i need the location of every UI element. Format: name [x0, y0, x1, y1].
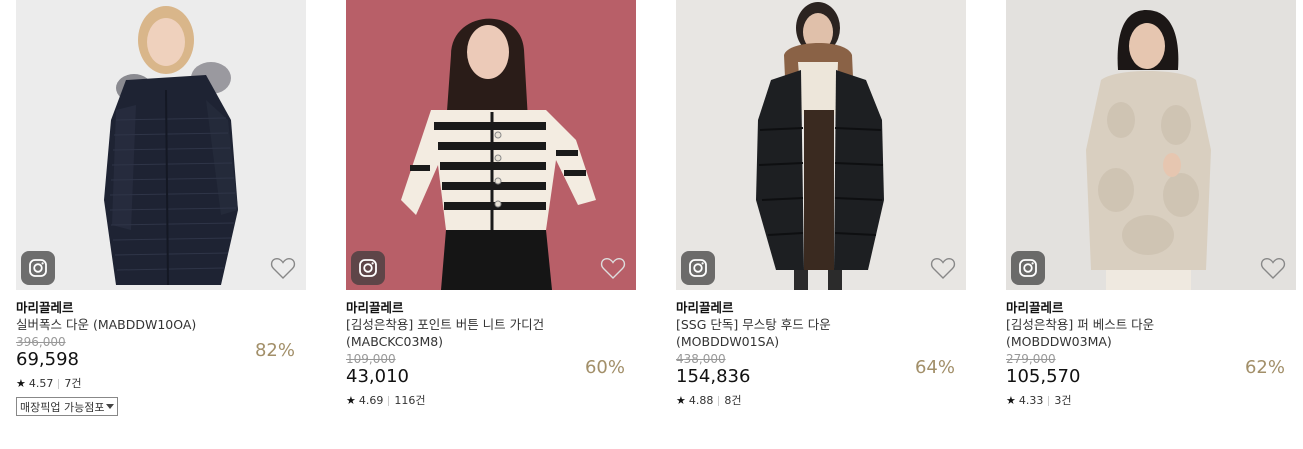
product-photo — [676, 0, 966, 290]
heart-icon[interactable] — [930, 256, 956, 280]
divider — [388, 396, 390, 406]
rating-score: 4.69 — [358, 394, 384, 407]
star-icon: ★ — [16, 377, 26, 390]
discount-rate: 60% — [584, 357, 625, 378]
product-image[interactable] — [16, 0, 306, 290]
product-code[interactable]: (MOBDDW03MA) — [1006, 333, 1296, 350]
instagram-icon[interactable] — [351, 251, 385, 285]
product-code[interactable]: (MABCKC03M8) — [346, 333, 636, 350]
discount-rate: 64% — [914, 357, 955, 378]
product-photo — [1006, 0, 1296, 290]
caret-down-icon — [106, 404, 115, 409]
price-row: 43,010 60% — [346, 357, 636, 390]
star-icon: ★ — [1006, 394, 1016, 407]
product-photo — [346, 0, 636, 290]
discount-rate: 62% — [1244, 357, 1285, 378]
product-grid: 마리끌레르 실버폭스 다운 (MABDDW10OA) 396,000 69,59… — [0, 0, 1303, 449]
divider — [58, 379, 60, 389]
rating: ★ 4.33 3건 — [1006, 394, 1296, 408]
review-count: 3건 — [1054, 394, 1072, 407]
product-card[interactable]: 마리끌레르 [김성은착용] 퍼 베스트 다운 (MOBDDW03MA) 279,… — [1006, 0, 1296, 408]
star-icon: ★ — [346, 394, 356, 407]
rating: ★ 4.88 8건 — [676, 394, 966, 408]
brand-name[interactable]: 마리끌레르 — [16, 299, 306, 316]
product-card[interactable]: 마리끌레르 [SSG 단독] 무스탕 후드 다운 (MOBDDW01SA) 43… — [676, 0, 966, 408]
rating-score: 4.33 — [1018, 394, 1044, 407]
rating-score: 4.57 — [28, 377, 54, 390]
rating: ★ 4.57 7건 — [16, 377, 306, 391]
discount-rate: 82% — [254, 340, 295, 361]
product-code[interactable]: (MOBDDW01SA) — [676, 333, 966, 350]
store-pickup-label: 매장픽업 가능점포 — [20, 400, 105, 414]
price-row: 154,836 64% — [676, 357, 966, 390]
divider — [1048, 396, 1050, 406]
review-count: 116건 — [394, 394, 426, 407]
product-name[interactable]: 실버폭스 다운 (MABDDW10OA) — [16, 316, 306, 333]
divider — [718, 396, 720, 406]
heart-icon[interactable] — [1260, 256, 1286, 280]
product-name[interactable]: [SSG 단독] 무스탕 후드 다운 — [676, 316, 966, 333]
instagram-icon[interactable] — [21, 251, 55, 285]
star-icon: ★ — [676, 394, 686, 407]
brand-name[interactable]: 마리끌레르 — [346, 299, 636, 316]
heart-icon[interactable] — [600, 256, 626, 280]
brand-name[interactable]: 마리끌레르 — [1006, 299, 1296, 316]
rating: ★ 4.69 116건 — [346, 394, 636, 408]
product-image[interactable] — [676, 0, 966, 290]
review-count: 8건 — [724, 394, 742, 407]
product-image[interactable] — [1006, 0, 1296, 290]
rating-score: 4.88 — [688, 394, 714, 407]
instagram-icon[interactable] — [681, 251, 715, 285]
instagram-icon[interactable] — [1011, 251, 1045, 285]
product-name[interactable]: [김성은착용] 퍼 베스트 다운 — [1006, 316, 1296, 333]
brand-name[interactable]: 마리끌레르 — [676, 299, 966, 316]
heart-icon[interactable] — [270, 256, 296, 280]
product-card[interactable]: 마리끌레르 [김성은착용] 포인트 버튼 니트 가디건 (MABCKC03M8)… — [346, 0, 636, 408]
product-photo — [16, 0, 306, 290]
review-count: 7건 — [64, 377, 82, 390]
product-name[interactable]: [김성은착용] 포인트 버튼 니트 가디건 — [346, 316, 636, 333]
price-row: 105,570 62% — [1006, 357, 1296, 390]
product-image[interactable] — [346, 0, 636, 290]
price-row: 69,598 82% — [16, 340, 306, 373]
product-card[interactable]: 마리끌레르 실버폭스 다운 (MABDDW10OA) 396,000 69,59… — [16, 0, 306, 416]
store-pickup-dropdown[interactable]: 매장픽업 가능점포 — [16, 397, 119, 416]
